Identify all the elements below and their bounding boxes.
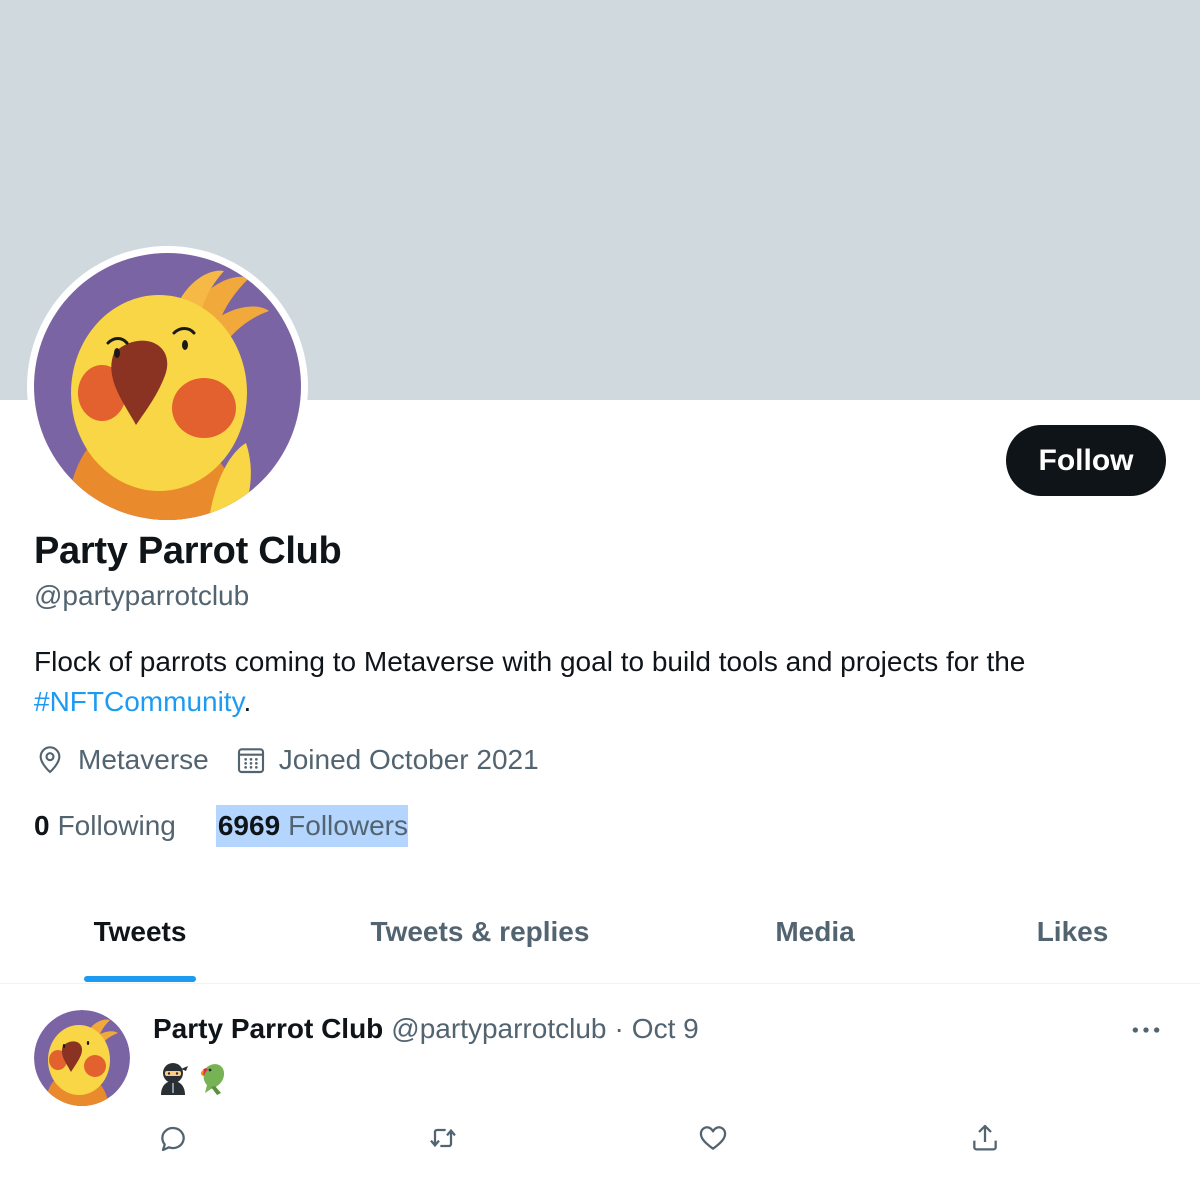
profile-display-name: Party Parrot Club <box>34 530 342 572</box>
profile-joined: Joined October 2021 <box>235 744 539 776</box>
tweet-separator: · <box>614 1013 624 1044</box>
followers-count: 6969 <box>217 810 281 841</box>
parrot-emoji <box>200 1064 225 1095</box>
parrot-avatar-image <box>34 1010 130 1106</box>
location-pin-icon <box>39 746 61 774</box>
calendar-icon <box>237 748 264 774</box>
tab-likes[interactable]: Likes <box>1010 880 1135 984</box>
profile-counts: 0 Following 6969 Followers <box>34 805 408 847</box>
profile-bio: Flock of parrots coming to Metaverse wit… <box>34 642 1154 722</box>
tab-tweets[interactable]: Tweets <box>60 880 220 984</box>
bio-suffix: . <box>243 686 252 717</box>
profile-meta: Metaverse Joined October 2021 <box>34 744 565 776</box>
tweet[interactable]: Party Parrot Club @partyparrotclub · Oct… <box>0 985 1200 1186</box>
profile-handle: @partyparrotclub <box>34 580 250 611</box>
tweet-header: Party Parrot Club @partyparrotclub · Oct… <box>153 1013 699 1045</box>
share-icon[interactable] <box>965 1118 1005 1158</box>
reply-icon[interactable] <box>153 1118 193 1158</box>
bio-text: Flock of parrots coming to Metaverse wit… <box>34 646 1026 677</box>
tweet-author-name[interactable]: Party Parrot Club <box>153 1013 383 1045</box>
like-icon[interactable] <box>693 1118 733 1158</box>
bio-hashtag-link[interactable]: #NFTCommunity <box>34 686 244 717</box>
tweet-author-handle[interactable]: @partyparrotclub <box>391 1013 606 1045</box>
profile-tabs: Tweets Tweets & replies Media Likes <box>0 880 1200 984</box>
tweet-date[interactable]: Oct 9 <box>632 1013 699 1045</box>
following-link[interactable]: 0 Following <box>34 805 176 847</box>
active-tab-indicator <box>84 976 196 982</box>
followers-link[interactable]: 6969 Followers <box>215 805 408 847</box>
follow-button[interactable]: Follow <box>1006 425 1166 496</box>
tab-media[interactable]: Media <box>740 880 890 984</box>
following-label: Following <box>57 810 176 841</box>
tweet-avatar[interactable] <box>34 1010 130 1106</box>
parrot-avatar-image <box>34 253 301 520</box>
more-dots-icon[interactable] <box>1128 1015 1164 1045</box>
tab-tweets-replies[interactable]: Tweets & replies <box>340 880 620 984</box>
ninja-emoji <box>161 1063 188 1095</box>
retweet-icon[interactable] <box>423 1118 463 1158</box>
following-count: 0 <box>34 810 50 841</box>
location-text: Metaverse <box>78 744 209 775</box>
tweet-content <box>155 1059 239 1095</box>
followers-label: Followers <box>288 810 408 841</box>
profile-avatar[interactable] <box>27 246 308 527</box>
joined-text: Joined October 2021 <box>278 744 539 775</box>
profile-location: Metaverse <box>34 744 209 776</box>
